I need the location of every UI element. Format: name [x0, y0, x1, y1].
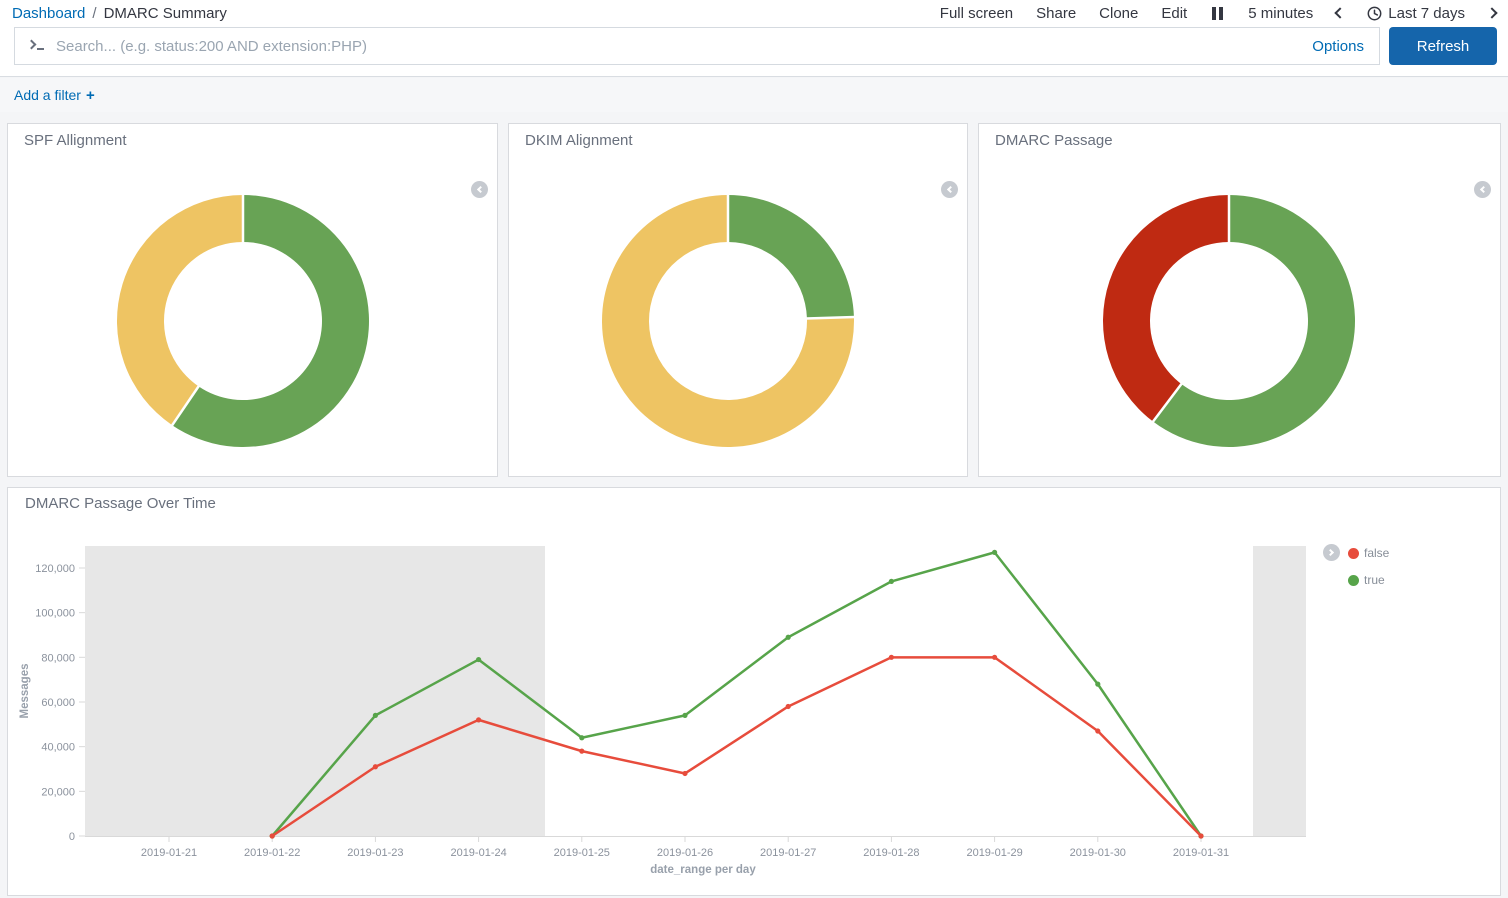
page-title: DMARC Summary: [104, 5, 227, 22]
x-tick-label: 2019-01-27: [760, 847, 816, 859]
legend-toggle-icon chevron-left-circle-icon[interactable]: [471, 181, 488, 198]
breadcrumb-separator: /: [92, 5, 96, 22]
time-range-button[interactable]: Last 7 days: [1367, 5, 1465, 22]
data-point[interactable]: [786, 635, 791, 640]
search-bar: Options: [14, 27, 1380, 65]
time-chart[interactable]: 2019-01-21 2019-01-22 2019-01-23 2019-01-24…: [8, 488, 1502, 897]
data-point[interactable]: [476, 657, 481, 662]
donut-slice[interactable]: [728, 195, 854, 319]
menu-item-full-screen[interactable]: Full screen: [940, 5, 1013, 22]
y-tick-label: 120,000: [35, 563, 75, 575]
x-tick-label: 2019-01-28: [863, 847, 919, 859]
data-point[interactable]: [786, 704, 791, 709]
x-tick-label: 2019-01-24: [450, 847, 506, 859]
legend-toggle-icon chevron-left-circle-icon[interactable]: [1474, 181, 1491, 198]
data-point[interactable]: [1095, 728, 1100, 733]
legend-item-true[interactable]: true: [1348, 573, 1389, 587]
y-tick-label: 100,000: [35, 608, 75, 620]
breadcrumb-dashboard-link[interactable]: Dashboard: [12, 5, 85, 22]
kibana-dashboard: Dashboard / DMARC Summary Full screen Sha…: [0, 0, 1508, 898]
x-tick-label: 2019-01-25: [554, 847, 610, 859]
top-chrome: Dashboard / DMARC Summary Full screen Sha…: [0, 0, 1508, 77]
time-next-button chevron-right-icon[interactable]: [1486, 7, 1497, 18]
x-tick-label: 2019-01-30: [1070, 847, 1126, 859]
nav-menu-items: Full screen Share Clone Edit: [940, 5, 1187, 22]
data-point[interactable]: [579, 735, 584, 740]
y-axis-title: Messages: [19, 664, 31, 719]
data-point[interactable]: [992, 550, 997, 555]
y-tick-label: 40,000: [41, 742, 75, 754]
partial-bucket-band: [85, 546, 545, 836]
data-point[interactable]: [682, 713, 687, 718]
nav-bar: Dashboard / DMARC Summary Full screen Sha…: [0, 0, 1508, 26]
panel-dmarc-passage-over-time: DMARC Passage Over Time 2019-01-212019-0…: [7, 487, 1501, 896]
data-point[interactable]: [889, 655, 894, 660]
legend-toggle-icon chevron-right-circle-icon[interactable]: [1323, 544, 1340, 561]
data-point[interactable]: [373, 764, 378, 769]
panel-spf-alignment: SPF Allignment: [7, 123, 498, 477]
panel-dkim-alignment: DKIM Alignment: [508, 123, 968, 477]
legend-toggle-icon chevron-left-circle-icon[interactable]: [941, 181, 958, 198]
panel-title: DMARC Passage: [995, 132, 1113, 149]
data-point[interactable]: [579, 749, 584, 754]
add-filter-link[interactable]: Add a filter: [14, 87, 81, 103]
y-tick-label: 0: [69, 831, 75, 843]
slice-separator: [806, 317, 855, 319]
panel-dmarc-passage: DMARC Passage: [978, 123, 1501, 477]
data-point[interactable]: [373, 713, 378, 718]
menu-item-share[interactable]: Share: [1036, 5, 1076, 22]
data-point[interactable]: [889, 579, 894, 584]
search-input[interactable]: [54, 37, 1312, 56]
data-point[interactable]: [1095, 682, 1100, 687]
pause-icon: [1219, 7, 1223, 20]
donut-slice[interactable]: [117, 195, 243, 425]
pause-icon: [1212, 7, 1216, 20]
x-tick-label: 2019-01-22: [244, 847, 300, 859]
chart-legend-items: false true: [1348, 546, 1389, 600]
refresh-interval-button[interactable]: 5 minutes: [1248, 5, 1313, 22]
legend-dot-icon: [1348, 575, 1359, 586]
filter-bar: Add a filter +: [0, 78, 1508, 112]
terminal-prompt-icon: [28, 41, 44, 51]
x-axis-title: date_range per day: [650, 864, 756, 876]
data-point[interactable]: [476, 717, 481, 722]
partial-bucket-band: [1253, 546, 1306, 836]
panel-title: DKIM Alignment: [525, 132, 633, 149]
refresh-button[interactable]: Refresh: [1389, 27, 1497, 65]
legend-item-false[interactable]: false: [1348, 546, 1389, 560]
time-prev-button chevron-left-icon[interactable]: [1335, 7, 1346, 18]
menu-item-clone[interactable]: Clone: [1099, 5, 1138, 22]
x-tick-label: 2019-01-29: [966, 847, 1022, 859]
y-tick-label: 80,000: [41, 652, 75, 664]
time-range-label: Last 7 days: [1388, 5, 1465, 22]
x-tick-label: 2019-01-31: [1173, 847, 1229, 859]
y-tick-label: 20,000: [41, 786, 75, 798]
donut-slice[interactable]: [1103, 195, 1229, 422]
breadcrumb: Dashboard / DMARC Summary: [12, 5, 227, 22]
data-point[interactable]: [1198, 833, 1203, 838]
nav-right: Full screen Share Clone Edit 5 minutes Last…: [940, 5, 1496, 22]
plus-icon[interactable]: +: [86, 87, 95, 104]
donut-chart[interactable]: [600, 193, 856, 449]
donut-chart[interactable]: [1101, 193, 1357, 449]
data-point[interactable]: [992, 655, 997, 660]
x-tick-label: 2019-01-26: [657, 847, 713, 859]
legend-label: false: [1364, 546, 1389, 560]
y-tick-label: 60,000: [41, 697, 75, 709]
options-link[interactable]: Options: [1312, 38, 1364, 55]
pause-button[interactable]: [1210, 7, 1225, 20]
x-tick-label: 2019-01-23: [347, 847, 403, 859]
clock-icon: [1367, 6, 1382, 21]
panel-title: SPF Allignment: [24, 132, 127, 149]
data-point[interactable]: [270, 833, 275, 838]
legend-dot-icon: [1348, 548, 1359, 559]
legend-label: true: [1364, 573, 1385, 587]
menu-item-edit[interactable]: Edit: [1161, 5, 1187, 22]
data-point[interactable]: [682, 771, 687, 776]
donut-chart[interactable]: [115, 193, 371, 449]
x-tick-label: 2019-01-21: [141, 847, 197, 859]
